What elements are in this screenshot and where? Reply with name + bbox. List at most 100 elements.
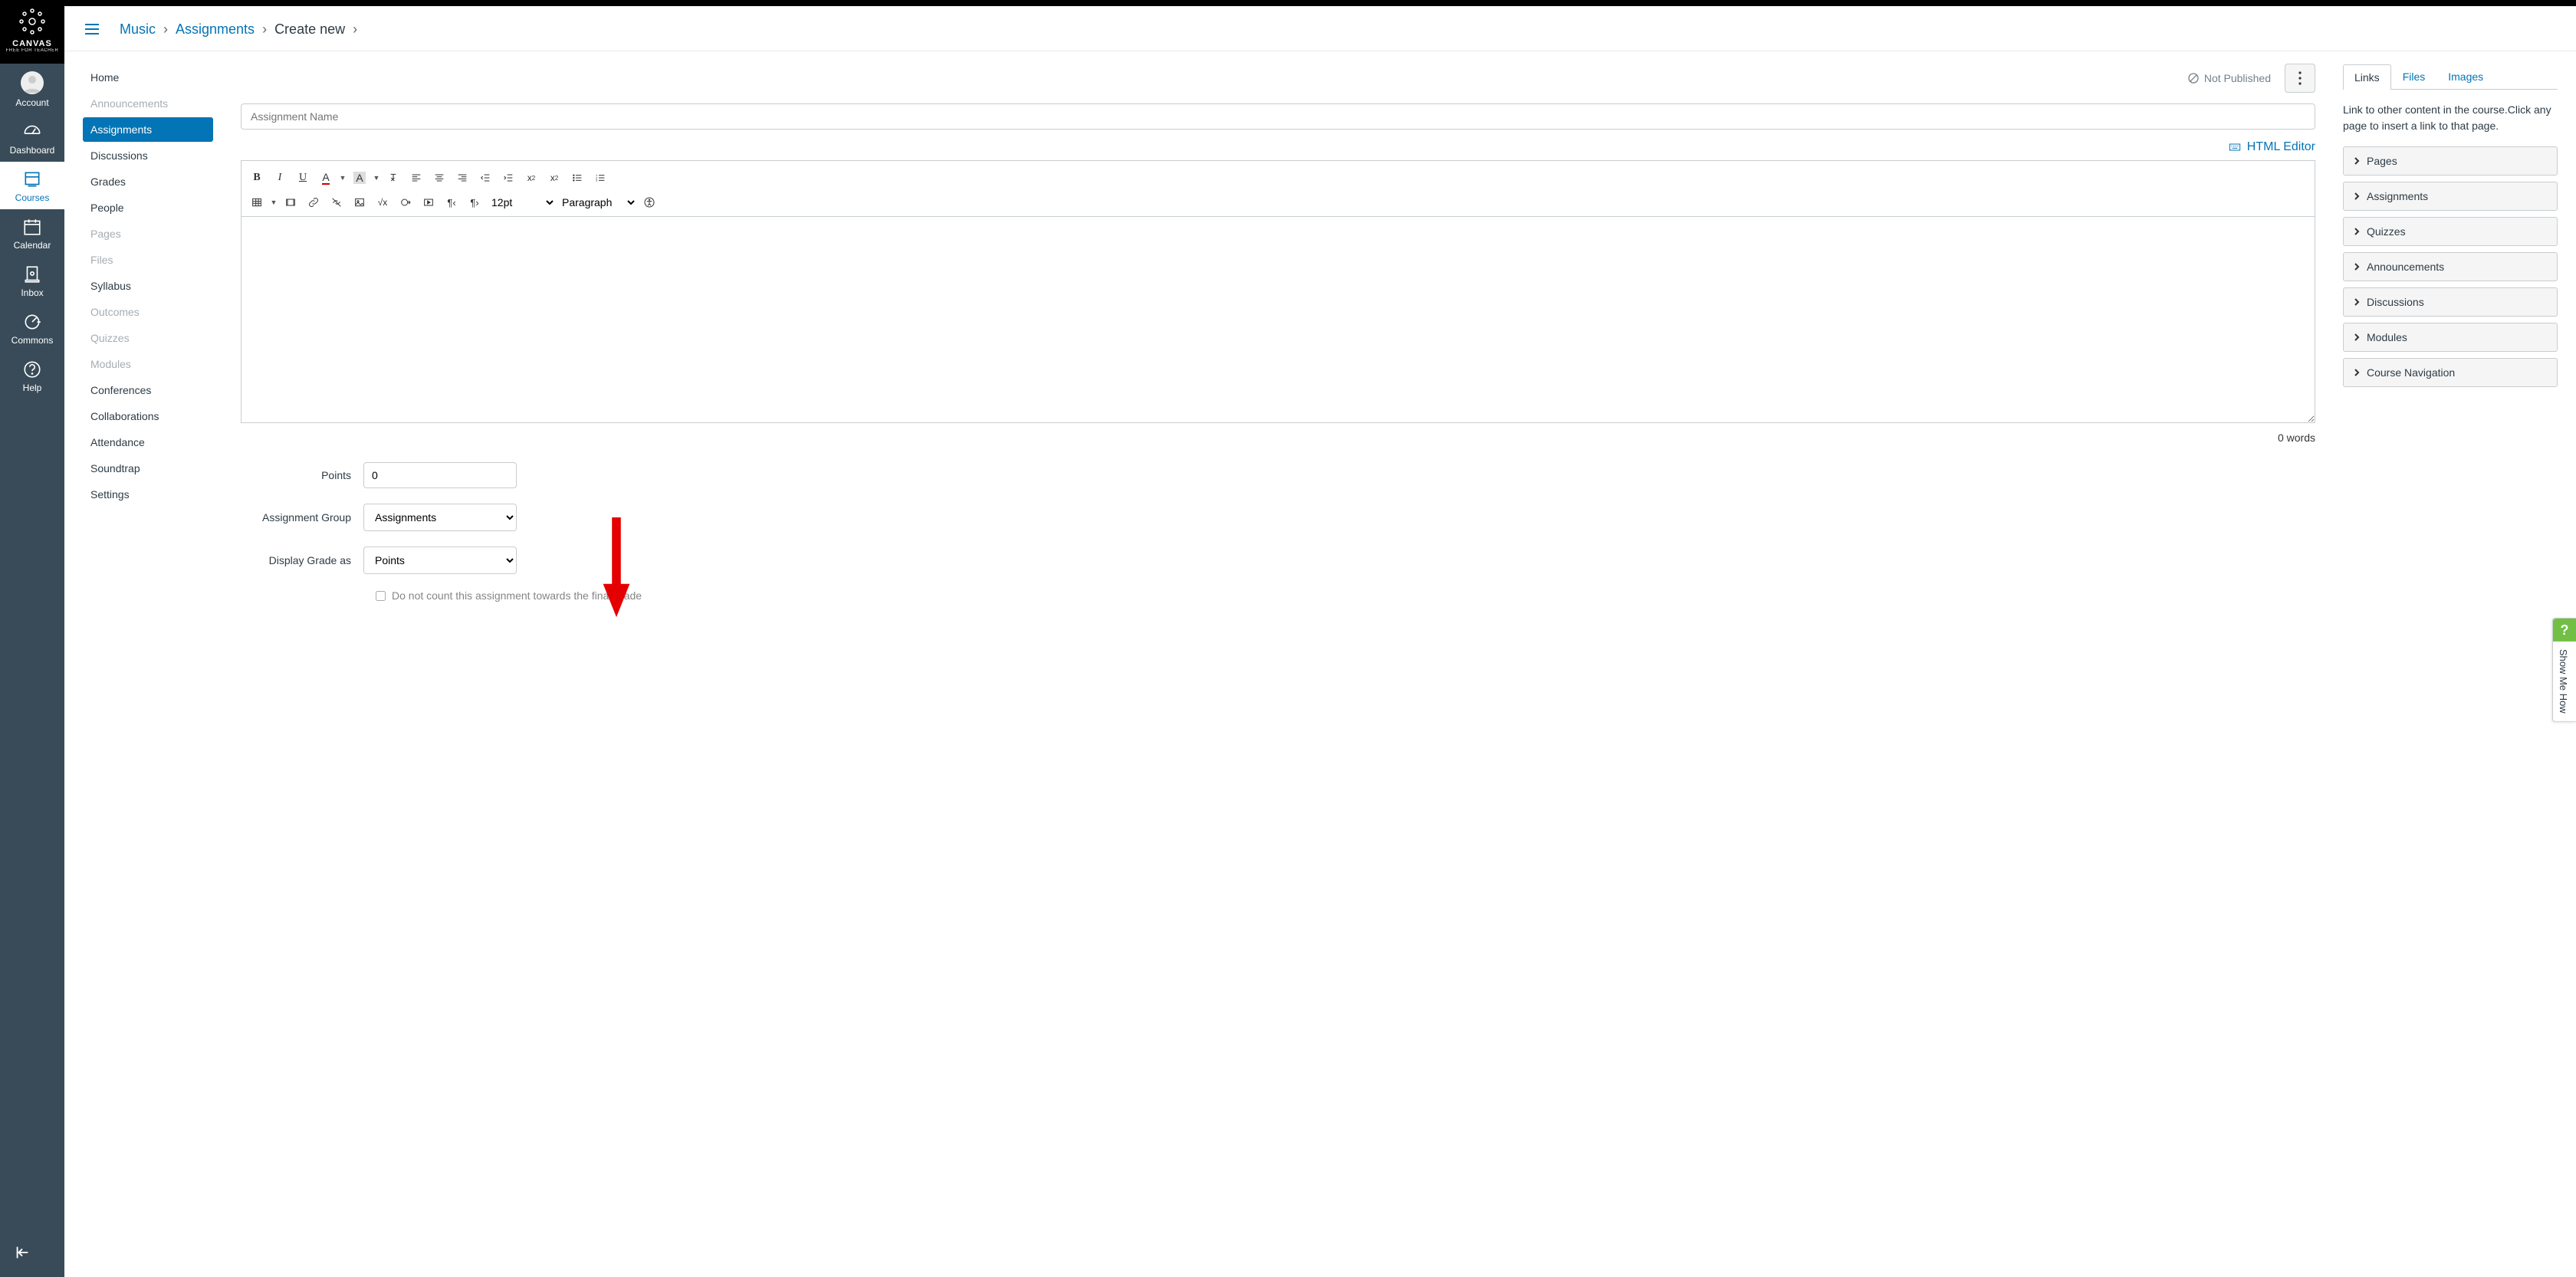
course-nav-quizzes[interactable]: Quizzes	[83, 326, 213, 350]
course-nav-conferences[interactable]: Conferences	[83, 378, 213, 402]
dashboard-icon	[22, 122, 42, 142]
breadcrumb: Music › Assignments › Create new ›	[64, 6, 2576, 51]
nav-commons[interactable]: Commons	[0, 304, 64, 352]
points-label: Points	[241, 469, 363, 481]
hamburger-button[interactable]	[83, 20, 101, 38]
question-icon: ?	[2553, 619, 2576, 642]
course-nav-syllabus[interactable]: Syllabus	[83, 274, 213, 298]
font-size-select[interactable]: 12pt	[487, 192, 556, 212]
courses-icon	[22, 169, 42, 189]
nav-calendar[interactable]: Calendar	[0, 209, 64, 257]
display-label: Display Grade as	[241, 554, 363, 566]
accordion-assignments[interactable]: Assignments	[2343, 182, 2558, 211]
svg-text:3: 3	[596, 179, 598, 182]
align-center-button[interactable]	[429, 167, 450, 189]
html-editor-toggle[interactable]: HTML Editor	[2229, 140, 2315, 154]
course-nav-soundtrap[interactable]: Soundtrap	[83, 456, 213, 481]
word-count: 0 words	[241, 432, 2315, 444]
accordion-pages[interactable]: Pages	[2343, 146, 2558, 176]
accordion-modules[interactable]: Modules	[2343, 323, 2558, 352]
table-button[interactable]	[246, 192, 268, 213]
course-nav-home[interactable]: Home	[83, 65, 213, 90]
course-nav-pages[interactable]: Pages	[83, 222, 213, 246]
crumb-section[interactable]: Assignments	[176, 21, 255, 38]
ltr-button[interactable]: ¶‹	[441, 192, 462, 213]
more-options-button[interactable]	[2285, 64, 2315, 93]
nav-account[interactable]: Account	[0, 64, 64, 114]
underline-button[interactable]: U	[292, 167, 314, 189]
nav-help[interactable]: Help	[0, 352, 64, 399]
calendar-icon	[22, 217, 42, 237]
tab-files[interactable]: Files	[2391, 64, 2437, 89]
accordion-quizzes[interactable]: Quizzes	[2343, 217, 2558, 246]
assignment-name-input[interactable]	[241, 103, 2315, 130]
superscript-button[interactable]: x2	[521, 167, 542, 189]
subscript-button[interactable]: x2	[544, 167, 565, 189]
accessibility-button[interactable]	[639, 192, 660, 213]
unlink-button[interactable]	[326, 192, 347, 213]
display-grade-select[interactable]: Points	[363, 547, 517, 574]
bullet-list-button[interactable]	[567, 167, 588, 189]
bg-color-menu[interactable]: ▼	[372, 174, 381, 182]
assignment-description-input[interactable]	[241, 216, 2315, 423]
brand-sub: FREE FOR TEACHER	[0, 48, 64, 53]
brand-name: CANVAS	[0, 39, 64, 48]
tab-images[interactable]: Images	[2436, 64, 2495, 89]
help-icon	[22, 359, 42, 379]
course-nav-attendance[interactable]: Attendance	[83, 430, 213, 455]
nav-courses[interactable]: Courses	[0, 162, 64, 209]
content-selector-sidebar: Links Files Images Link to other content…	[2343, 59, 2558, 602]
course-nav-people[interactable]: People	[83, 195, 213, 220]
align-left-button[interactable]	[406, 167, 427, 189]
course-nav-collaborations[interactable]: Collaborations	[83, 404, 213, 428]
image-button[interactable]	[349, 192, 370, 213]
equation-button[interactable]: √x	[372, 192, 393, 213]
crumb-course[interactable]: Music	[120, 21, 156, 38]
course-nav-settings[interactable]: Settings	[83, 482, 213, 507]
embed-button[interactable]	[395, 192, 416, 213]
text-color-menu[interactable]: ▼	[338, 174, 347, 182]
collapse-nav-button[interactable]	[0, 1230, 64, 1277]
assignment-group-select[interactable]: Assignments	[363, 504, 517, 531]
global-nav: CANVAS FREE FOR TEACHER Account Dashboar…	[0, 0, 64, 1277]
commons-icon	[22, 312, 42, 332]
show-me-how-widget[interactable]: ? Show Me How	[2552, 618, 2576, 722]
course-nav-grades[interactable]: Grades	[83, 169, 213, 194]
accordion-discussions[interactable]: Discussions	[2343, 287, 2558, 317]
exclude-grade-label: Do not count this assignment towards the…	[392, 589, 642, 602]
sidebar-help-text: Link to other content in the course.Clic…	[2343, 102, 2558, 134]
bold-button[interactable]: B	[246, 167, 268, 189]
canvas-logo[interactable]: CANVAS FREE FOR TEACHER	[0, 0, 64, 64]
accordion-course-navigation[interactable]: Course Navigation	[2343, 358, 2558, 387]
rtl-button[interactable]: ¶›	[464, 192, 485, 213]
canvas-spark-icon	[18, 8, 46, 35]
course-nav-discussions[interactable]: Discussions	[83, 143, 213, 168]
course-nav-outcomes[interactable]: Outcomes	[83, 300, 213, 324]
align-right-button[interactable]	[452, 167, 473, 189]
course-nav-modules[interactable]: Modules	[83, 352, 213, 376]
course-nav-announcements[interactable]: Announcements	[83, 91, 213, 116]
exclude-grade-checkbox[interactable]	[376, 591, 386, 601]
course-nav-files[interactable]: Files	[83, 248, 213, 272]
outdent-button[interactable]	[475, 167, 496, 189]
crumb-current: Create new	[274, 21, 345, 38]
italic-button[interactable]: I	[269, 167, 291, 189]
video-button[interactable]	[418, 192, 439, 213]
course-nav-assignments[interactable]: Assignments	[83, 117, 213, 142]
clear-format-button[interactable]	[383, 167, 404, 189]
bg-color-button[interactable]: A	[349, 167, 370, 189]
table-menu[interactable]: ▼	[269, 199, 278, 206]
link-button[interactable]	[303, 192, 324, 213]
indent-button[interactable]	[498, 167, 519, 189]
tab-links[interactable]: Links	[2343, 64, 2391, 90]
media-button[interactable]	[280, 192, 301, 213]
number-list-button[interactable]: 123	[590, 167, 611, 189]
points-input[interactable]	[363, 462, 517, 488]
format-select[interactable]: Paragraph	[557, 192, 637, 212]
nav-dashboard[interactable]: Dashboard	[0, 114, 64, 162]
text-color-button[interactable]: A	[315, 167, 337, 189]
accordion-announcements[interactable]: Announcements	[2343, 252, 2558, 281]
course-nav: HomeAnnouncementsAssignmentsDiscussionsG…	[83, 59, 213, 602]
not-published-indicator: Not Published	[2187, 72, 2271, 84]
nav-inbox[interactable]: Inbox	[0, 257, 64, 304]
